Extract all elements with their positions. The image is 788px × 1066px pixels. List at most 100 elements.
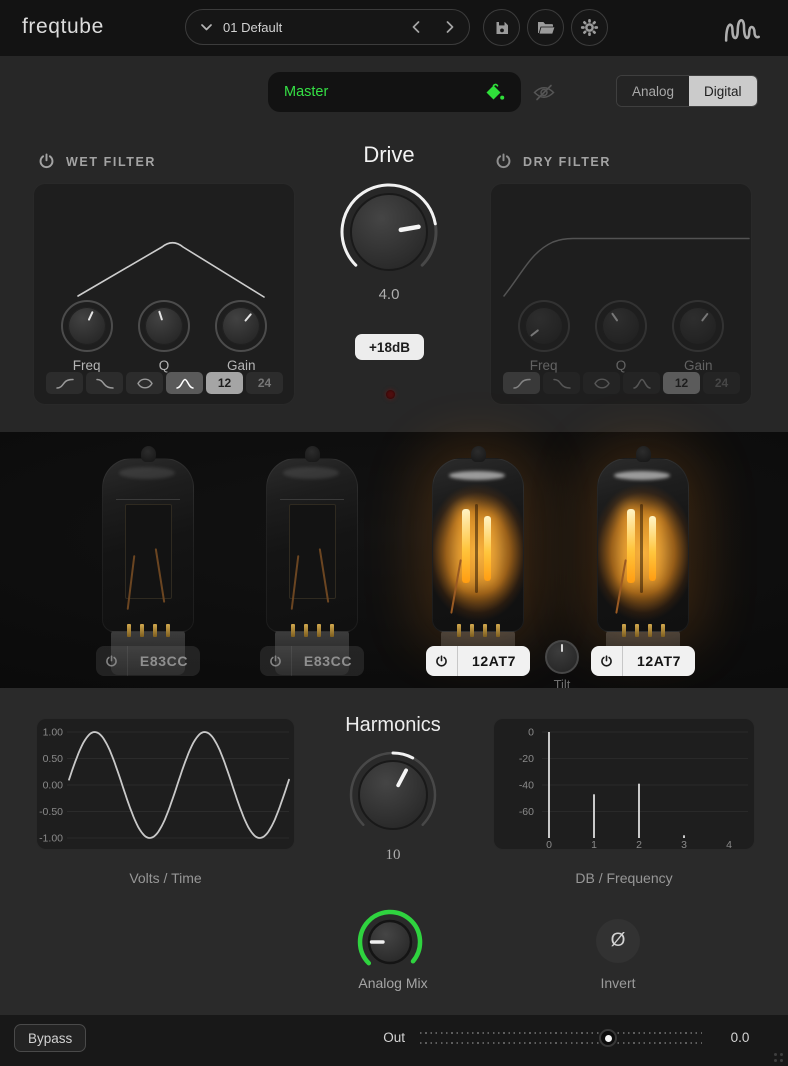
color-fill-icon[interactable] xyxy=(484,83,505,102)
spectrum-chart: 0 -20 -40 -60 0 1 2 3 4 xyxy=(494,719,754,849)
power-icon xyxy=(105,655,118,668)
invert-label: Invert xyxy=(578,975,658,991)
svg-text:2: 2 xyxy=(636,839,642,849)
tube-label: E83CC xyxy=(128,653,200,669)
resize-grip[interactable] xyxy=(774,1053,783,1062)
preset-prev-button[interactable] xyxy=(412,21,420,33)
wet-gain-knob[interactable]: Gain xyxy=(205,300,277,373)
svg-text:3: 3 xyxy=(681,839,687,849)
tube-1 xyxy=(102,446,194,675)
tube-4 xyxy=(597,446,689,675)
dry-filter-power-button[interactable] xyxy=(495,153,512,170)
boost-18db-button[interactable]: +18dB xyxy=(355,334,424,360)
wet-peak-button[interactable] xyxy=(166,372,203,394)
wet-highpass-button[interactable] xyxy=(46,372,83,394)
knob-label: Gain xyxy=(227,358,256,373)
spectrum-panel: 0 -20 -40 -60 0 1 2 3 4 xyxy=(493,718,755,850)
analog-mix-label: Analog Mix xyxy=(328,975,458,991)
dry-gain-knob[interactable]: Gain xyxy=(662,300,734,373)
power-icon xyxy=(600,655,613,668)
slope-label: 12 xyxy=(675,376,688,390)
wet-filter-panel: Freq Q Gain 12 24 xyxy=(33,183,295,405)
dry-q-knob[interactable]: Q xyxy=(585,300,657,373)
invert-button[interactable]: Ø xyxy=(596,919,640,963)
knob-label: Freq xyxy=(530,358,558,373)
dry-slope-12-button[interactable]: 12 xyxy=(663,372,700,394)
analog-mix-knob[interactable] xyxy=(352,904,428,980)
knob-label: Gain xyxy=(684,358,713,373)
mode-toggle: Analog Digital xyxy=(616,75,758,107)
hide-ui-button[interactable] xyxy=(532,82,556,102)
svg-text:1: 1 xyxy=(591,839,597,849)
wet-bandpass-button[interactable] xyxy=(126,372,163,394)
power-icon xyxy=(435,655,448,668)
wet-slope-24-button[interactable]: 24 xyxy=(246,372,283,394)
preset-name: 01 Default xyxy=(223,20,282,35)
tube-strip: E83CC E83CC 12AT7 12AT7 Tilt xyxy=(0,432,788,688)
footer-bar: Bypass Out 0.0 xyxy=(0,1015,788,1066)
drive-knob-pointer xyxy=(401,227,419,230)
dry-freq-knob[interactable]: Freq xyxy=(508,300,580,373)
bypass-button[interactable]: Bypass xyxy=(14,1024,86,1052)
wet-q-knob[interactable]: Q xyxy=(128,300,200,373)
dry-bandpass-button[interactable] xyxy=(583,372,620,394)
tube-3 xyxy=(432,446,524,675)
preset-selector[interactable]: 01 Default xyxy=(185,9,470,45)
wet-slope-12-button[interactable]: 12 xyxy=(206,372,243,394)
drive-title: Drive xyxy=(334,142,444,168)
tube-3-toggle[interactable]: 12AT7 xyxy=(426,646,530,676)
dry-filter-title: DRY FILTER xyxy=(523,155,611,169)
app-logo: freqtube xyxy=(22,15,104,39)
mode-digital-button[interactable]: Digital xyxy=(689,76,757,106)
dry-highpass-button[interactable] xyxy=(503,372,540,394)
slope-label: 24 xyxy=(258,376,271,390)
spectrum-caption: DB / Frequency xyxy=(493,870,755,886)
wet-freq-knob[interactable]: Freq xyxy=(51,300,123,373)
dry-slope-24-button[interactable]: 24 xyxy=(703,372,740,394)
harmonics-knob[interactable] xyxy=(343,745,443,845)
invert-phase-icon: Ø xyxy=(611,930,626,951)
svg-text:-40: -40 xyxy=(519,780,534,792)
out-slider-handle[interactable] xyxy=(599,1029,617,1047)
scope-panel: 1.00 0.50 0.00 -0.50 -1.00 xyxy=(36,718,295,850)
gear-icon xyxy=(580,18,599,37)
settings-button[interactable] xyxy=(571,9,608,46)
tube-label: 12AT7 xyxy=(458,653,530,669)
chevron-down-icon xyxy=(201,24,212,31)
wet-lowpass-button[interactable] xyxy=(86,372,123,394)
scope-caption: Volts / Time xyxy=(36,870,295,886)
svg-text:-60: -60 xyxy=(519,806,534,818)
tube-label: E83CC xyxy=(292,653,364,669)
power-icon xyxy=(269,655,282,668)
folder-open-icon xyxy=(537,20,555,35)
harmonics-title: Harmonics xyxy=(323,714,463,737)
wet-filter-title: WET FILTER xyxy=(66,155,156,169)
wet-filter-power-button[interactable] xyxy=(38,153,55,170)
dry-peak-button[interactable] xyxy=(623,372,660,394)
dry-lowpass-button[interactable] xyxy=(543,372,580,394)
save-preset-button[interactable] xyxy=(483,9,520,46)
wet-filter-knobs: Freq Q Gain xyxy=(34,300,294,373)
out-label: Out xyxy=(355,1030,405,1045)
tilt-knob[interactable] xyxy=(545,640,579,674)
out-gain-slider[interactable] xyxy=(420,1029,702,1047)
wet-filter-curve xyxy=(34,186,296,304)
tube-2-toggle[interactable]: E83CC xyxy=(260,646,364,676)
svg-text:0: 0 xyxy=(546,839,552,849)
scope-chart: 1.00 0.50 0.00 -0.50 -1.00 xyxy=(37,719,294,849)
dry-filter-header: DRY FILTER xyxy=(495,153,611,170)
wet-filter-header: WET FILTER xyxy=(38,153,156,170)
drive-knob[interactable] xyxy=(334,177,444,287)
knob-label: Freq xyxy=(73,358,101,373)
mode-analog-button[interactable]: Analog xyxy=(617,76,689,106)
dry-filter-type-row: 12 24 xyxy=(503,372,740,394)
freqtube-plugin-window: freqtube 01 Default xyxy=(0,0,788,1066)
tube-4-toggle[interactable]: 12AT7 xyxy=(591,646,695,676)
save-icon xyxy=(494,20,510,36)
drive-value: 4.0 xyxy=(334,286,444,303)
harmonics-value: 10 xyxy=(343,847,443,864)
load-preset-button[interactable] xyxy=(527,9,564,46)
preset-next-button[interactable] xyxy=(446,21,454,33)
channel-name-field[interactable]: Master xyxy=(268,72,521,112)
tube-1-toggle[interactable]: E83CC xyxy=(96,646,200,676)
